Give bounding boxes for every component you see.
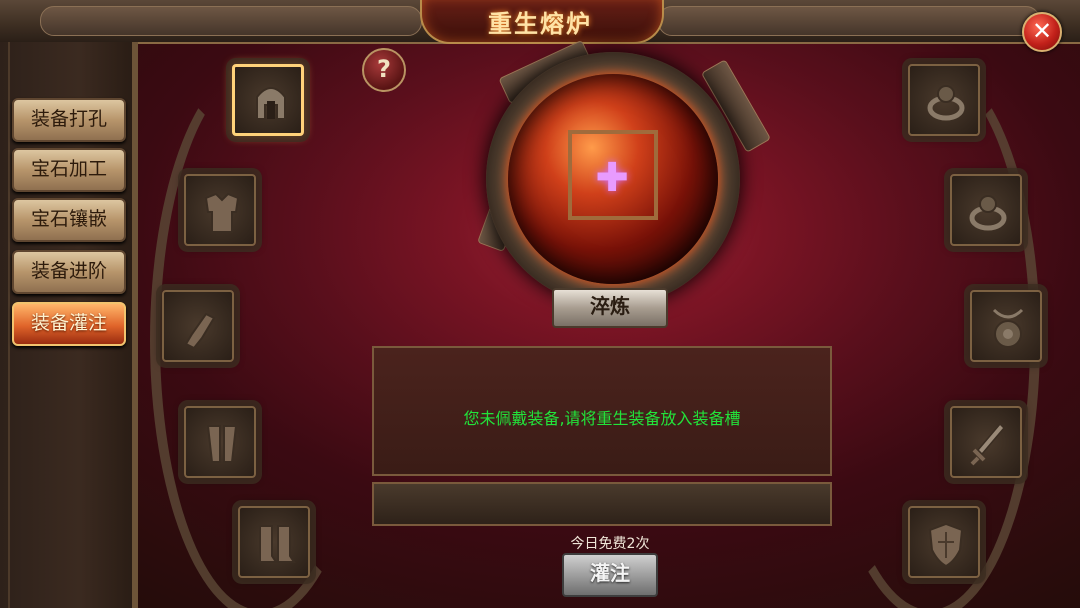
slot-ring-2[interactable] <box>950 174 1022 246</box>
slot-boots[interactable] <box>238 506 310 578</box>
amulet-icon <box>992 308 1024 348</box>
help-button[interactable]: ? <box>362 48 406 92</box>
free-count-text: 今日免费2次 <box>570 536 650 552</box>
refine-button[interactable]: 淬炼 <box>552 288 668 328</box>
leg-armor-icon <box>206 425 238 463</box>
ring-icon <box>927 85 965 121</box>
armor-icon <box>204 192 240 233</box>
plus-icon[interactable]: ✚ <box>588 158 636 198</box>
slot-weapon[interactable] <box>950 406 1022 478</box>
slot-amulet[interactable] <box>970 290 1042 362</box>
shield-icon <box>928 522 964 568</box>
infuse-button[interactable]: 灌注 <box>562 553 658 597</box>
close-icon: ✕ <box>1031 17 1053 45</box>
page-title: 重生熔炉 <box>488 10 592 38</box>
slot-helmet[interactable] <box>232 64 304 136</box>
gauntlet-icon <box>184 312 216 350</box>
nav-item-equip-advance[interactable]: 装备进阶 <box>12 250 126 294</box>
nav-item-equip-punch[interactable]: 装备打孔 <box>12 98 126 142</box>
title-bar-decoration <box>658 6 1040 36</box>
nav-item-gem-inlay[interactable]: 宝石镶嵌 <box>12 198 126 242</box>
slot-leg-armor[interactable] <box>184 406 256 478</box>
sword-icon <box>970 422 1006 466</box>
game-window: 重生熔炉 ✕ 装备打孔 宝石加工 宝石镶嵌 装备进阶 装备灌注 ? ✚ 淬炼 您… <box>0 0 1080 608</box>
panel-footer-bar <box>372 482 832 526</box>
helmet-icon <box>256 87 286 120</box>
title-bar-decoration <box>40 6 422 36</box>
nav-item-equip-infuse[interactable]: 装备灌注 <box>12 302 126 346</box>
nav-item-gem-process[interactable]: 宝石加工 <box>12 148 126 192</box>
slot-ring-1[interactable] <box>908 64 980 136</box>
boots-icon <box>259 525 296 563</box>
ring-icon <box>969 195 1007 231</box>
slot-gauntlet[interactable] <box>162 290 234 362</box>
message-text: 您未佩戴装备,请将重生装备放入装备槽 <box>463 409 741 428</box>
slot-shield[interactable] <box>908 506 980 578</box>
slot-armor[interactable] <box>184 174 256 246</box>
